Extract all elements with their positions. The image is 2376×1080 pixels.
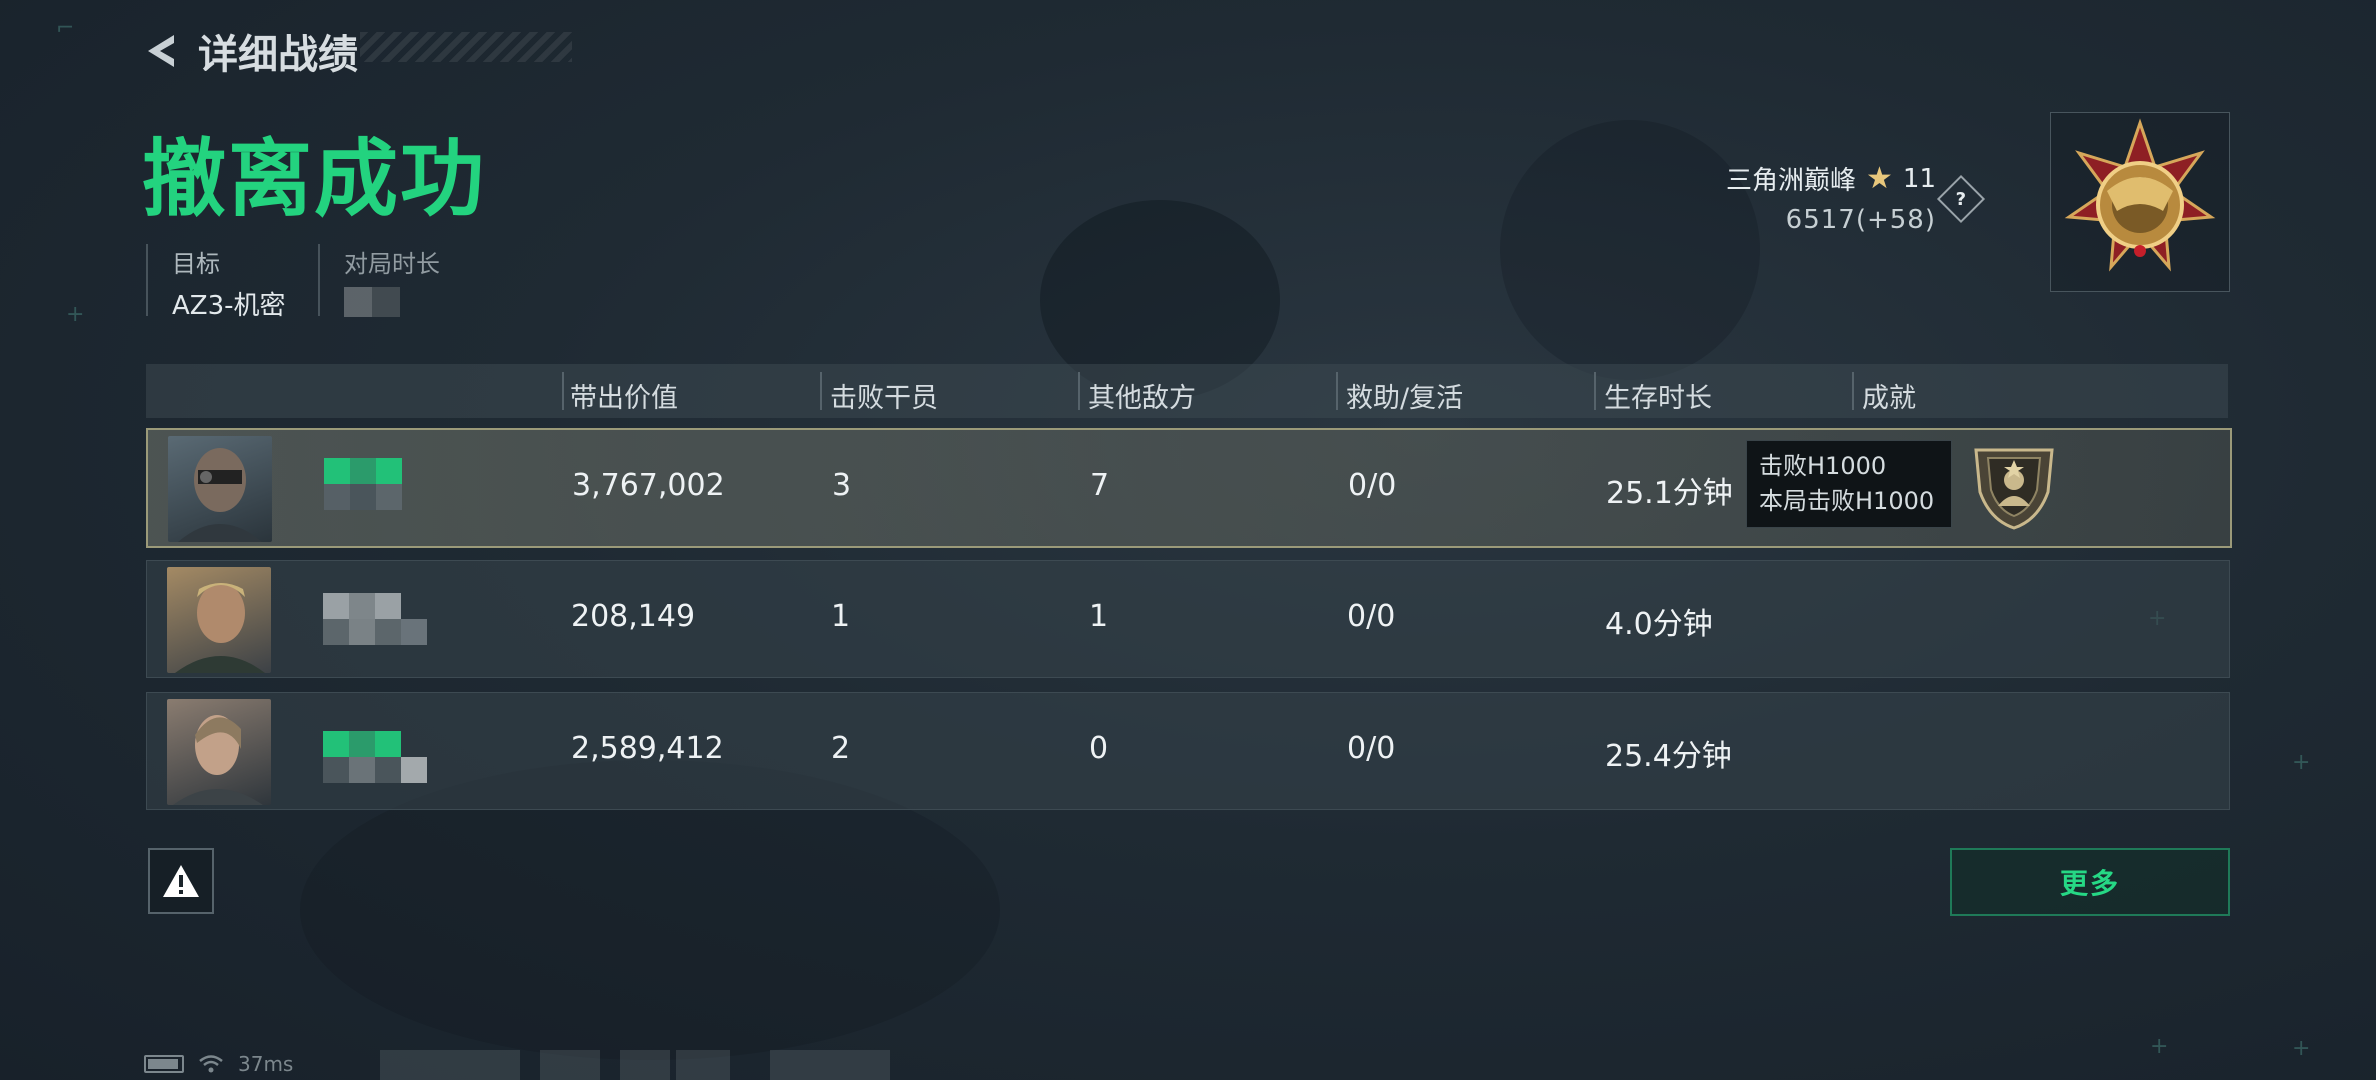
achievement-badge-icon xyxy=(1974,448,2054,530)
grid-marker: + xyxy=(66,302,85,327)
extract-value: 3,767,002 xyxy=(572,468,725,503)
player-name-blurred xyxy=(323,593,427,645)
grid-marker: + xyxy=(2150,1034,2169,1059)
table-row[interactable]: 208,149 1 1 0/0 4.0分钟 xyxy=(146,560,2230,678)
blurred-info xyxy=(380,1050,520,1080)
battery-icon xyxy=(144,1055,184,1073)
operator-kills: 2 xyxy=(831,731,851,766)
operator-kills: 3 xyxy=(832,468,852,503)
column-header-other-enemies: 其他敌方 xyxy=(1088,383,1196,414)
blurred-info xyxy=(620,1050,670,1080)
result-title: 撤离成功 xyxy=(142,130,487,228)
back-button[interactable]: 详细战绩 xyxy=(140,22,358,80)
tooltip-line: 本局击败H1000 xyxy=(1759,487,1935,515)
page-title: 详细战绩 xyxy=(198,32,358,78)
assist-revive: 0/0 xyxy=(1347,599,1396,634)
table-header: 带出价值 击败干员 其他敌方 救助/复活 生存时长 成就 xyxy=(146,364,2228,418)
column-header-assist: 救助/复活 xyxy=(1346,383,1464,414)
back-arrow-icon xyxy=(148,35,174,67)
grid-marker: ⌐ xyxy=(56,16,75,41)
column-separator xyxy=(1852,372,1854,410)
background-shape xyxy=(1500,120,1760,380)
blurred-info xyxy=(540,1050,600,1080)
duration-label: 对局时长 xyxy=(344,250,440,278)
avatar xyxy=(168,436,272,542)
avatar xyxy=(167,567,271,673)
survival-time: 25.1分钟 xyxy=(1606,476,1733,511)
target-info: 目标 AZ3-机密 xyxy=(146,244,286,321)
rank-info: 三角洲巅峰 ★ 11 6517(+58) xyxy=(1726,160,1936,235)
star-icon: ★ xyxy=(1866,161,1893,196)
more-button[interactable]: 更多 xyxy=(1950,848,2230,916)
ping-value: 37ms xyxy=(238,1052,294,1076)
operator-kills: 1 xyxy=(831,599,851,634)
assist-revive: 0/0 xyxy=(1347,731,1396,766)
rank-name: 三角洲巅峰 xyxy=(1725,166,1856,196)
survival-time: 4.0分钟 xyxy=(1605,607,1713,642)
grid-marker: + xyxy=(2292,1036,2311,1061)
player-name-blurred xyxy=(324,458,402,510)
rank-medal-icon xyxy=(2064,118,2216,272)
title-hatch-decoration xyxy=(360,32,572,62)
survival-time: 25.4分钟 xyxy=(1605,739,1732,774)
column-separator xyxy=(820,372,822,410)
help-glyph: ? xyxy=(1955,188,1967,210)
column-separator xyxy=(1336,372,1338,410)
column-separator xyxy=(1078,372,1080,410)
duration-value-blurred xyxy=(344,287,400,317)
rank-score: 6517(+58) xyxy=(1785,205,1936,235)
column-separator xyxy=(1594,372,1596,410)
achievement-badge[interactable] xyxy=(1968,440,2060,532)
column-header-value: 带出价值 xyxy=(570,383,678,414)
warning-icon xyxy=(163,865,199,897)
other-enemy-kills: 1 xyxy=(1089,599,1109,634)
column-header-kills: 击败干员 xyxy=(830,383,938,414)
rank-stars: 11 xyxy=(1902,163,1936,194)
status-bar: 37ms xyxy=(144,1052,293,1076)
grid-marker: + xyxy=(2292,750,2311,775)
extract-value: 208,149 xyxy=(571,599,696,634)
achievement-tooltip: 击败H1000 本局击败H1000 xyxy=(1746,440,1952,528)
wifi-icon xyxy=(199,1055,223,1073)
extract-value: 2,589,412 xyxy=(571,731,724,766)
assist-revive: 0/0 xyxy=(1348,468,1397,503)
rank-medal[interactable] xyxy=(2050,112,2230,292)
other-enemy-kills: 7 xyxy=(1090,468,1110,503)
target-label: 目标 xyxy=(172,250,220,278)
target-value: AZ3-机密 xyxy=(172,291,286,321)
report-button[interactable] xyxy=(148,848,214,914)
help-icon[interactable]: ? xyxy=(1936,174,1986,224)
blurred-info xyxy=(770,1050,890,1080)
table-row[interactable]: 2,589,412 2 0 0/0 25.4分钟 xyxy=(146,692,2230,810)
other-enemy-kills: 0 xyxy=(1089,731,1109,766)
column-separator xyxy=(562,372,564,410)
blurred-info xyxy=(676,1050,730,1080)
column-header-achievements: 成就 xyxy=(1862,383,1916,414)
column-header-survival: 生存时长 xyxy=(1604,383,1712,414)
player-name-blurred xyxy=(323,731,427,783)
tooltip-line: 击败H1000 xyxy=(1759,452,1887,480)
duration-info: 对局时长 xyxy=(318,244,440,317)
avatar xyxy=(167,699,271,805)
